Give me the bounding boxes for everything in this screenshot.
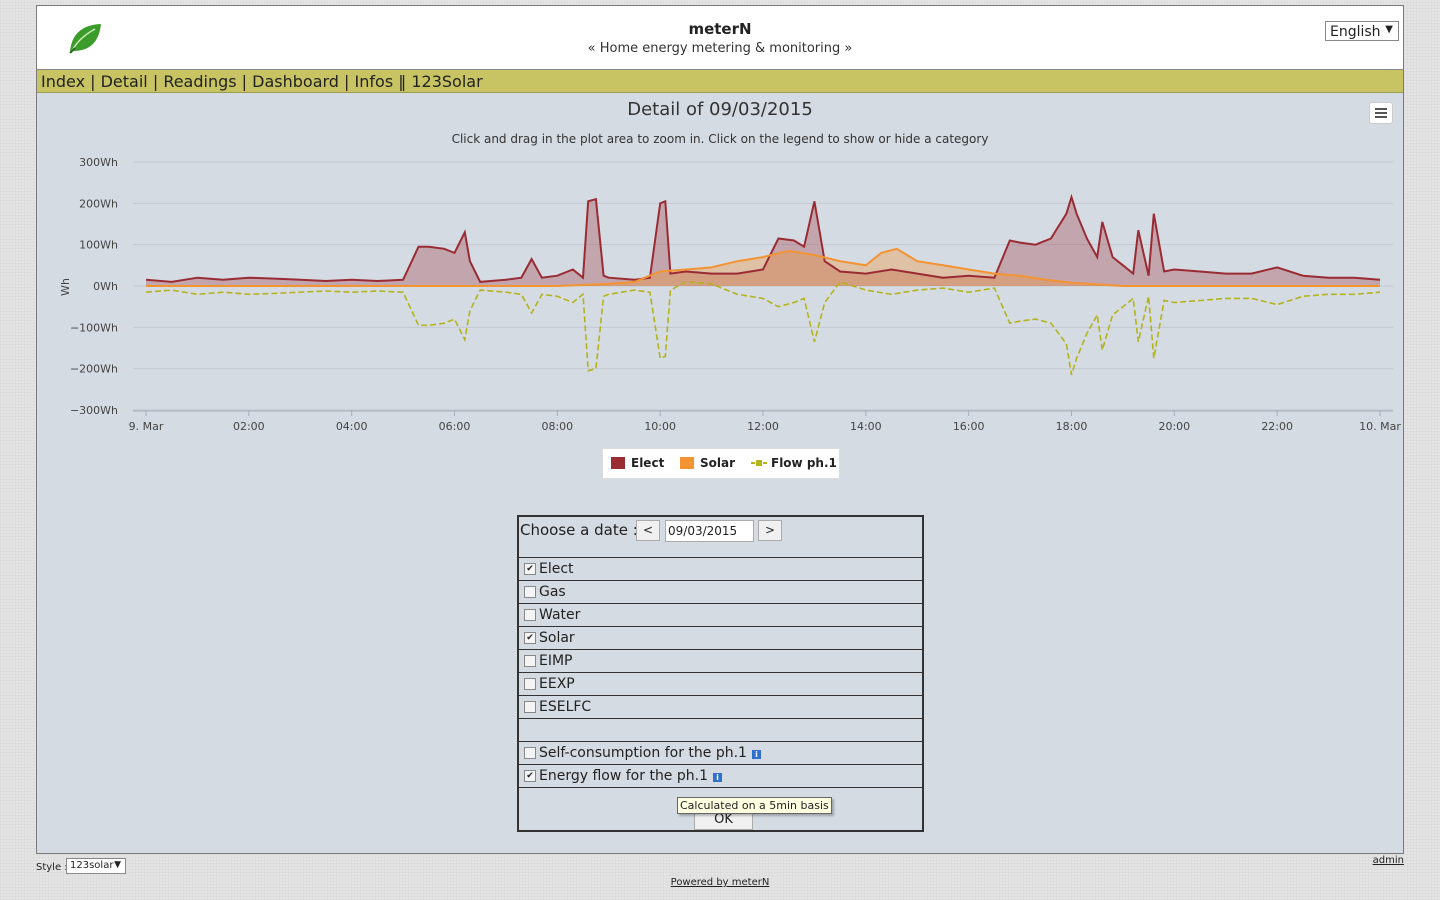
y-tick-label: 300Wh <box>79 156 118 169</box>
legend-elect[interactable]: Elect <box>611 456 664 470</box>
checkbox[interactable]: ✔ <box>524 563 536 575</box>
date-row: Choose a date : < 09/03/2015 > <box>519 517 922 557</box>
energy-flow-row[interactable]: ✔ Energy flow for the ph.1 i <box>519 764 922 787</box>
y-tick-label: 100Wh <box>79 239 118 252</box>
energy-chart[interactable]: 300Wh 200Wh 100Wh 0Wh −100Wh −200Wh −300Wh 9. M… <box>37 6 1403 446</box>
meter-row-eselfc[interactable]: ESELFC <box>519 695 922 718</box>
meter-row-solar[interactable]: ✔ Solar <box>519 626 922 649</box>
y-tick-label: −300Wh <box>70 404 118 417</box>
tooltip: Calculated on a 5min basis <box>677 797 832 814</box>
admin-link[interactable]: admin <box>1373 855 1404 866</box>
meter-row-gas[interactable]: Gas <box>519 580 922 603</box>
x-tick-label: 9. Mar <box>129 420 164 433</box>
meter-row-eimp[interactable]: EIMP <box>519 649 922 672</box>
page-frame: meterN « Home energy metering & monitori… <box>36 5 1404 854</box>
x-tick-label: 06:00 <box>439 420 471 433</box>
powered-by-link[interactable]: Powered by meterN <box>0 877 1440 888</box>
checkbox[interactable] <box>524 747 536 759</box>
legend-flow[interactable]: Flow ph.1 <box>751 456 837 470</box>
y-tick-label: 0Wh <box>93 280 118 293</box>
self-consumption-row[interactable]: Self-consumption for the ph.1 i <box>519 741 922 764</box>
series-flow-line[interactable] <box>145 280 1381 376</box>
detail-form: Choose a date : < 09/03/2015 > ✔ Elect Ga… <box>517 515 924 832</box>
meter-row-eexp[interactable]: EEXP <box>519 672 922 695</box>
chevron-down-icon: ▼ <box>114 860 121 870</box>
info-icon[interactable]: i <box>713 773 722 782</box>
prev-day-button[interactable]: < <box>636 520 660 541</box>
meter-row-water[interactable]: Water <box>519 603 922 626</box>
checkbox[interactable] <box>524 609 536 621</box>
y-tick-label: −100Wh <box>70 321 118 334</box>
x-tick-label: 04:00 <box>336 420 368 433</box>
checkbox[interactable] <box>524 701 536 713</box>
x-tick-label: 20:00 <box>1158 420 1190 433</box>
date-input[interactable]: 09/03/2015 <box>665 520 754 542</box>
y-axis-label: Wh <box>59 278 72 296</box>
y-tick-label: 200Wh <box>79 197 118 210</box>
checkbox[interactable] <box>524 655 536 667</box>
date-label: Choose a date : <box>520 521 638 539</box>
checkbox[interactable] <box>524 678 536 690</box>
x-tick-label: 22:00 <box>1261 420 1293 433</box>
y-tick-label: −200Wh <box>70 363 118 376</box>
x-tick-label: 18:00 <box>1056 420 1088 433</box>
checkbox[interactable] <box>524 586 536 598</box>
empty-row <box>519 718 922 741</box>
x-tick-label: 08:00 <box>541 420 573 433</box>
checkbox[interactable]: ✔ <box>524 770 536 782</box>
series-elect-line[interactable] <box>145 193 1381 283</box>
meter-row-elect[interactable]: ✔ Elect <box>519 557 922 580</box>
next-day-button[interactable]: > <box>758 520 782 541</box>
legend-solar[interactable]: Solar <box>680 456 735 470</box>
style-value: 123solar <box>70 860 114 871</box>
x-tick-label: 02:00 <box>233 420 265 433</box>
style-label: Style : <box>36 862 68 873</box>
checkbox[interactable]: ✔ <box>524 632 536 644</box>
style-select[interactable]: 123solar ▼ <box>66 858 126 874</box>
x-tick-label: 10. Mar <box>1359 420 1401 433</box>
chart-legend: Elect Solar Flow ph.1 <box>602 448 840 479</box>
info-icon[interactable]: i <box>751 750 761 759</box>
x-tick-label: 14:00 <box>850 420 882 433</box>
x-tick-label: 10:00 <box>644 420 676 433</box>
x-tick-label: 12:00 <box>747 420 779 433</box>
x-tick-label: 16:00 <box>953 420 985 433</box>
